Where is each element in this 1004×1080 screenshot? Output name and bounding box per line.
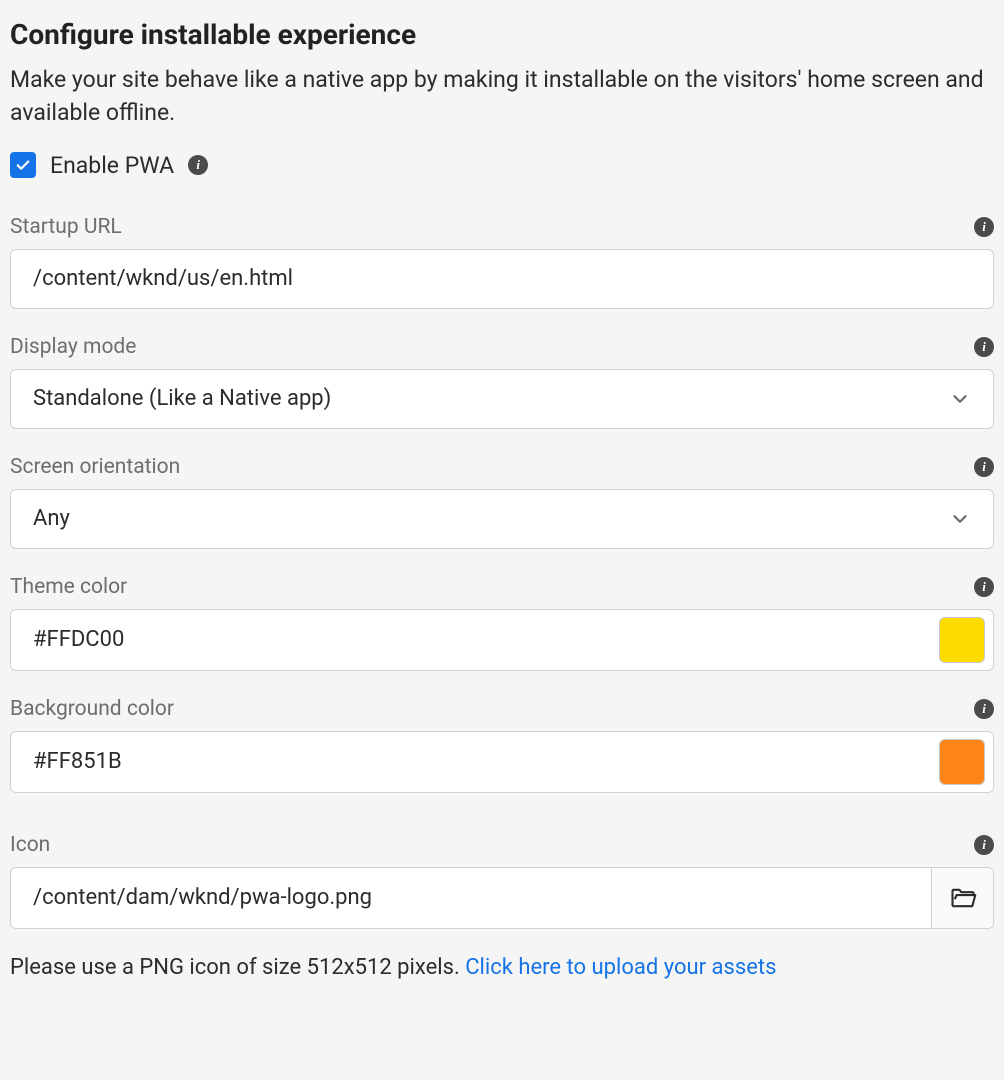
info-icon[interactable]: i [974, 577, 994, 597]
icon-hint-text: Please use a PNG icon of size 512x512 pi… [10, 955, 465, 980]
info-icon[interactable]: i [974, 337, 994, 357]
icon-hint: Please use a PNG icon of size 512x512 pi… [10, 955, 994, 980]
chevron-down-icon [949, 388, 971, 410]
background-color-input[interactable]: #FF851B [10, 731, 994, 793]
enable-pwa-label: Enable PWA [50, 152, 174, 179]
background-color-value: #FF851B [33, 749, 939, 774]
icon-label: Icon [10, 833, 50, 857]
info-icon[interactable]: i [974, 835, 994, 855]
enable-pwa-checkbox[interactable] [10, 152, 36, 178]
check-icon [14, 156, 32, 174]
display-mode-select[interactable]: Standalone (Like a Native app) [10, 369, 994, 429]
page-description: Make your site behave like a native app … [10, 63, 994, 130]
info-icon[interactable]: i [974, 699, 994, 719]
screen-orientation-value: Any [33, 506, 70, 531]
upload-assets-link[interactable]: Click here to upload your assets [465, 955, 776, 980]
info-icon[interactable]: i [188, 155, 208, 175]
theme-color-swatch[interactable] [939, 617, 985, 663]
info-icon[interactable]: i [974, 217, 994, 237]
background-color-label: Background color [10, 697, 174, 721]
icon-path-input[interactable]: /content/dam/wknd/pwa-logo.png [11, 868, 931, 928]
folder-open-icon [949, 884, 977, 912]
display-mode-label: Display mode [10, 335, 136, 359]
theme-color-value: #FFDC00 [33, 627, 939, 652]
screen-orientation-label: Screen orientation [10, 455, 180, 479]
screen-orientation-select[interactable]: Any [10, 489, 994, 549]
startup-url-label: Startup URL [10, 215, 122, 239]
background-color-swatch[interactable] [939, 739, 985, 785]
browse-button[interactable] [931, 868, 993, 928]
startup-url-value: /content/wknd/us/en.html [33, 266, 293, 291]
display-mode-value: Standalone (Like a Native app) [33, 386, 331, 411]
theme-color-label: Theme color [10, 575, 127, 599]
theme-color-input[interactable]: #FFDC00 [10, 609, 994, 671]
startup-url-input[interactable]: /content/wknd/us/en.html [10, 249, 994, 309]
info-icon[interactable]: i [974, 457, 994, 477]
chevron-down-icon [949, 508, 971, 530]
page-title: Configure installable experience [10, 18, 994, 51]
